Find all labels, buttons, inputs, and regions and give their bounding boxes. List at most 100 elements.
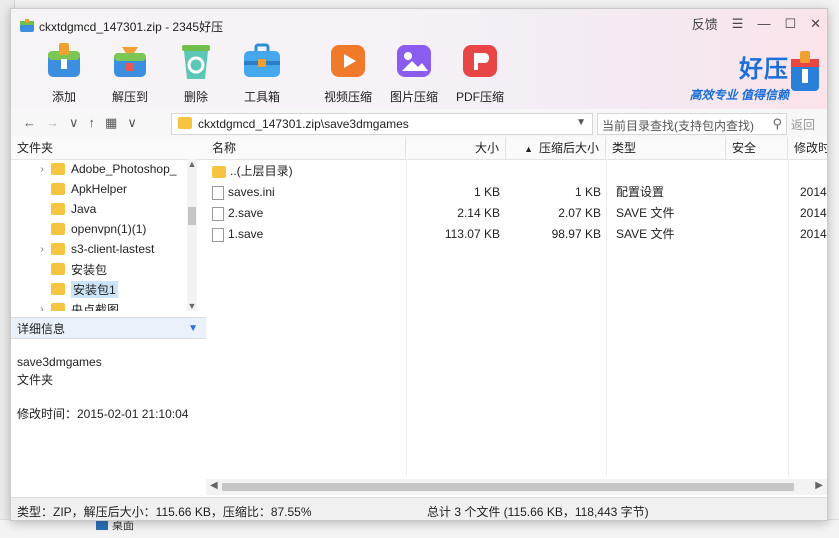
minimize-icon[interactable]: — — [757, 16, 770, 31]
tree-item[interactable]: › 央点截图 — [11, 299, 197, 311]
toolbox-icon — [244, 43, 280, 77]
chevron-right-icon[interactable]: › — [35, 244, 49, 255]
detail-kind: 文件夹 — [17, 373, 54, 387]
tree-item[interactable]: openvpn(1)(1) — [11, 219, 197, 239]
recycle-icon — [182, 45, 210, 79]
folder-icon — [51, 283, 65, 295]
image-compress-label: 图片压缩 — [389, 90, 438, 104]
navigation-buttons: ← → ∨ ↑ ▦ ∨ — [23, 115, 137, 131]
delete-label: 删除 — [183, 90, 208, 104]
back-arrow-icon[interactable]: ← — [23, 115, 36, 131]
toolbox-button[interactable]: 工具箱 — [229, 39, 295, 105]
image-compress-icon — [397, 45, 431, 77]
add-button[interactable]: 添加 — [31, 39, 97, 105]
video-compress-button[interactable]: 视频压缩 — [315, 39, 381, 105]
brand-logo-icon — [791, 51, 819, 91]
add-archive-icon — [48, 43, 80, 77]
maximize-icon[interactable]: ☐ — [784, 16, 796, 32]
folder-icon — [51, 203, 65, 215]
up-arrow-icon[interactable]: ↑ — [89, 115, 96, 131]
scroll-thumb[interactable] — [188, 207, 196, 225]
file-total: 总计 3 个文件 (115.66 KB，118,443 字节) — [427, 505, 649, 519]
brand-name: 好压 — [739, 56, 789, 83]
folder-icon — [51, 263, 65, 275]
delete-button[interactable]: 删除 — [163, 39, 229, 105]
brand-slogan: 高效专业 值得信赖 — [689, 88, 789, 102]
horizontal-scrollbar[interactable]: ◀ ▶ — [206, 479, 827, 495]
history-dropdown-icon[interactable]: ∨ — [69, 115, 79, 131]
column-modified[interactable]: 修改时 — [788, 137, 827, 159]
tree-item[interactable]: › Adobe_Photoshop_ — [11, 159, 197, 179]
return-button[interactable]: 返回 — [791, 116, 815, 133]
path-dropdown-icon[interactable]: ▼ — [576, 117, 586, 128]
tree-item[interactable]: Java — [11, 199, 197, 219]
path-text: ckxtdgmcd_147301.zip\save3dmgames — [198, 117, 409, 131]
column-name[interactable]: 名称 — [206, 137, 406, 159]
table-row[interactable]: saves.ini 1 KB 1 KB 配置设置 2014- — [206, 182, 827, 203]
scroll-right-icon[interactable]: ▶ — [815, 480, 823, 491]
file-rows: ..(上层目录) saves.ini 1 KB 1 KB 配置设置 2014- … — [206, 161, 827, 245]
column-headers: 名称 大小 ▲ 压缩后大小 类型 安全 修改时 — [206, 137, 827, 160]
close-icon[interactable]: ✕ — [810, 16, 821, 32]
folder-icon — [51, 243, 65, 255]
column-type[interactable]: 类型 — [606, 137, 726, 159]
address-bar: ← → ∨ ↑ ▦ ∨ ckxtdgmcd_147301.zip\save3dm… — [11, 109, 827, 138]
image-compress-button[interactable]: 图片压缩 — [381, 39, 447, 105]
tree-item[interactable]: › s3-client-lastest — [11, 239, 197, 259]
haozip-app-icon — [20, 19, 34, 32]
search-icon[interactable]: ⚲ — [772, 116, 782, 132]
details-header[interactable]: 详细信息 ▼ — [11, 317, 206, 339]
detail-name: save3dmgames — [17, 355, 102, 369]
chevron-right-icon[interactable]: › — [35, 164, 49, 175]
scroll-left-icon[interactable]: ◀ — [210, 480, 218, 491]
haozip-window: ckxtdgmcd_147301.zip - 2345好压 反馈 ☰ — ☐ ✕… — [10, 8, 828, 521]
folder-icon — [212, 165, 226, 178]
chevron-down-icon[interactable]: ▼ — [188, 318, 198, 340]
path-field[interactable]: ckxtdgmcd_147301.zip\save3dmgames ▼ — [171, 113, 593, 135]
extract-icon — [114, 47, 146, 77]
video-compress-icon — [331, 45, 365, 77]
archive-info: 类型：ZIP，解压后大小：115.66 KB，压缩比：87.55% — [17, 505, 312, 519]
video-compress-label: 视频压缩 — [323, 90, 372, 104]
tree-item[interactable]: ApkHelper — [11, 179, 197, 199]
table-row[interactable]: ..(上层目录) — [206, 161, 827, 182]
tree-item-selected[interactable]: 安装包1 — [11, 279, 197, 299]
pdf-compress-icon — [463, 45, 497, 77]
extract-button[interactable]: 解压到 — [97, 39, 163, 105]
tree-scrollbar[interactable]: ▲ ▼ — [187, 159, 197, 311]
search-input[interactable]: 当前目录查找(支持包内查找) ⚲ — [597, 113, 787, 135]
brand-area: 好压 高效专业 值得信赖 — [690, 49, 789, 103]
status-bar: 类型：ZIP，解压后大小：115.66 KB，压缩比：87.55% 总计 3 个… — [11, 497, 827, 520]
folder-icon — [178, 117, 192, 129]
folder-icon — [51, 163, 65, 175]
tree-item[interactable]: 安装包 — [11, 259, 197, 279]
search-placeholder: 当前目录查找(支持包内查找) — [602, 119, 754, 133]
details-panel: save3dmgames 文件夹 修改时间：2015-02-01 21:10:0… — [17, 353, 188, 423]
column-compressed-size[interactable]: ▲ 压缩后大小 — [506, 137, 606, 159]
column-security[interactable]: 安全 — [726, 137, 788, 159]
chevron-right-icon[interactable]: › — [35, 304, 49, 312]
left-pane: 文件夹 › Adobe_Photoshop_ ApkHelper Java ope… — [11, 137, 207, 497]
table-row[interactable]: 1.save 113.07 KB 98.97 KB SAVE 文件 2014- — [206, 224, 827, 245]
feedback-button[interactable]: 反馈 — [692, 14, 718, 33]
window-controls: 反馈 ☰ — ☐ ✕ — [692, 14, 821, 33]
extract-label: 解压到 — [111, 90, 148, 104]
pdf-compress-button[interactable]: PDF压缩 — [447, 39, 513, 105]
menu-icon[interactable]: ☰ — [732, 16, 744, 32]
pdf-compress-label: PDF压缩 — [455, 90, 504, 104]
toolbar: 添加 解压到 删除 工具箱 视频压缩 图片压缩 PDF压缩 — [31, 39, 513, 105]
file-icon — [212, 206, 224, 221]
column-size[interactable]: 大小 — [406, 137, 506, 159]
desktop-icon — [96, 520, 108, 530]
forward-arrow-icon[interactable]: → — [46, 115, 59, 131]
table-row[interactable]: 2.save 2.14 KB 2.07 KB SAVE 文件 2014- — [206, 203, 827, 224]
view-mode-icon[interactable]: ▦ — [105, 115, 117, 131]
view-dropdown-icon[interactable]: ∨ — [127, 115, 137, 131]
sort-up-icon: ▲ — [524, 144, 533, 154]
scroll-down-icon[interactable]: ▼ — [187, 301, 197, 311]
scroll-thumb[interactable] — [222, 483, 794, 491]
folder-icon — [51, 223, 65, 235]
detail-modified: 修改时间：2015-02-01 21:10:04 — [17, 407, 189, 421]
scroll-up-icon[interactable]: ▲ — [187, 159, 197, 169]
details-header-label: 详细信息 — [17, 322, 66, 336]
